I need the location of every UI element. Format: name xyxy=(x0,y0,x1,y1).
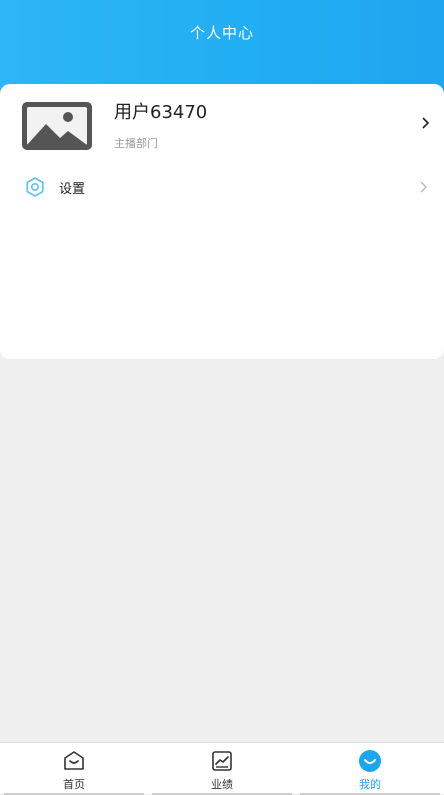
user-department: 主播部门 xyxy=(114,137,158,150)
chevron-right-icon xyxy=(418,178,430,196)
menu-item-label: 设置 xyxy=(59,182,86,197)
chevron-right-icon[interactable] xyxy=(420,114,432,132)
home-icon xyxy=(62,749,86,773)
username: 用户63470 xyxy=(114,102,208,123)
tab-home[interactable]: 首页 xyxy=(0,743,148,795)
avatar[interactable] xyxy=(22,102,92,150)
tab-performance[interactable]: 业绩 xyxy=(148,743,296,795)
chart-icon xyxy=(210,749,234,773)
tab-label: 我的 xyxy=(359,778,381,791)
profile-icon xyxy=(358,749,382,773)
menu-item-settings[interactable]: 设置 xyxy=(0,170,444,204)
gear-icon xyxy=(24,176,46,198)
image-placeholder-icon xyxy=(22,102,92,150)
tab-label: 业绩 xyxy=(211,778,233,791)
tab-mine[interactable]: 我的 xyxy=(296,743,444,795)
profile-card: 用户63470 主播部门 设置 xyxy=(0,84,444,359)
tab-label: 首页 xyxy=(63,778,85,791)
page-title: 个人中心 xyxy=(189,24,254,42)
bottom-tab-bar: 首页 业绩 我的 xyxy=(0,742,444,795)
